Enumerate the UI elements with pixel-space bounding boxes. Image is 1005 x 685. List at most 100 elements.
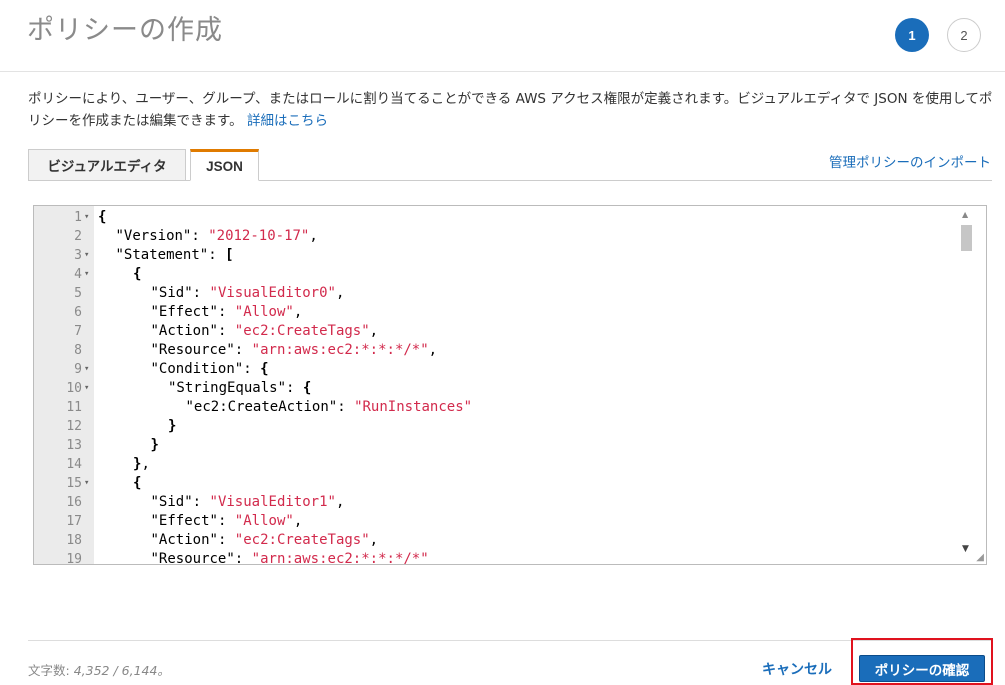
code-line: 7 "Action": "ec2:CreateTags", <box>34 322 954 341</box>
key-token: : <box>191 228 209 244</box>
scroll-down-icon[interactable]: ▼ <box>962 544 969 554</box>
line-number: 7 <box>74 324 82 339</box>
code-line: 5 "Sid": "VisualEditor0", <box>34 284 954 303</box>
footer-divider <box>28 640 992 641</box>
bracket-token: { <box>98 209 107 225</box>
code-line: 6 "Effect": "Allow", <box>34 303 954 322</box>
fold-toggle-icon[interactable]: ▾ <box>84 208 94 227</box>
code-line: 2 "Version": "2012-10-17", <box>34 227 954 246</box>
code-line: 15 ▾ { <box>34 474 954 493</box>
key-token: "Resource" <box>150 342 235 358</box>
key-token: : <box>337 399 355 415</box>
import-managed-policy-link[interactable]: 管理ポリシーのインポート <box>829 151 991 171</box>
code-text: "Resource": "arn:aws:ec2:*:*:*/*" <box>151 550 429 565</box>
string-token: "arn:aws:ec2:*:*:*/*" <box>251 342 429 358</box>
key-token: : <box>192 494 210 510</box>
code-text: "Action": "ec2:CreateTags", <box>151 322 379 341</box>
string-token: "VisualEditor0" <box>209 285 336 301</box>
string-token: "VisualEditor1" <box>209 494 336 510</box>
code-text: }, <box>133 455 150 474</box>
key-token: , <box>335 494 345 510</box>
code-text: } <box>168 417 176 436</box>
tab-visual-editor[interactable]: ビジュアルエディタ <box>28 149 186 181</box>
fold-toggle-icon[interactable]: ▾ <box>84 265 94 284</box>
description: ポリシーにより、ユーザー、グループ、またはロールに割り当てることができる AWS… <box>28 88 998 132</box>
key-token: : <box>208 247 226 263</box>
json-editor[interactable]: 1 ▾{2 "Version": "2012-10-17", 3 ▾ "Statement… <box>33 205 987 565</box>
key-token: : <box>234 342 252 358</box>
resize-handle-icon[interactable]: ◢ <box>976 552 984 563</box>
key-token: "Action" <box>150 323 218 339</box>
code-text: "Action": "ec2:CreateTags", <box>151 531 379 550</box>
fold-toggle-icon[interactable]: ▾ <box>84 246 94 265</box>
code-text: "StringEquals": { <box>168 379 311 398</box>
character-count-label: 文字数: <box>28 663 70 678</box>
code-line: 17 "Effect": "Allow", <box>34 512 954 531</box>
code-line: 3 ▾ "Statement": [ <box>34 246 954 265</box>
key-token: "Effect" <box>150 304 218 320</box>
code-text: { <box>133 265 141 284</box>
key-token: : <box>217 513 235 529</box>
fold-toggle-icon[interactable]: ▾ <box>84 474 94 493</box>
fold-toggle-icon[interactable]: ▾ <box>84 379 94 398</box>
fold-toggle-icon[interactable]: ▾ <box>84 360 94 379</box>
scroll-up-icon[interactable]: ▲ <box>962 210 968 219</box>
key-token: , <box>293 513 303 529</box>
code-line: 1 ▾{ <box>34 208 954 227</box>
step-2-indicator[interactable]: 2 <box>947 18 981 52</box>
line-number: 5 <box>74 286 82 301</box>
character-count-value: 4,352 / 6,144。 <box>73 663 170 678</box>
key-token: : <box>217 304 235 320</box>
bracket-token: { <box>302 380 312 396</box>
code-line: 4 ▾ { <box>34 265 954 284</box>
line-number: 10 <box>66 381 82 396</box>
key-token: "Effect" <box>150 513 218 529</box>
step-1-indicator[interactable]: 1 <box>895 18 929 52</box>
key-token: "StringEquals" <box>168 380 287 396</box>
code-text: "Statement": [ <box>116 246 234 265</box>
key-token: , <box>428 342 438 358</box>
code-line: 13} <box>34 436 954 455</box>
string-token: "2012-10-17" <box>208 228 310 244</box>
line-number: 2 <box>74 229 82 244</box>
cancel-button[interactable]: キャンセル <box>762 659 832 679</box>
line-number: 16 <box>66 495 82 510</box>
description-text: ポリシーにより、ユーザー、グループ、またはロールに割り当てることができる AWS… <box>28 91 993 129</box>
code-line: 12} <box>34 417 954 436</box>
key-token: : <box>286 380 303 396</box>
tab-json[interactable]: JSON <box>190 149 259 181</box>
editor-scrollbar[interactable]: ▲ ▼ <box>959 206 975 564</box>
key-token: "Version" <box>115 228 192 244</box>
key-token: "Sid" <box>150 494 193 510</box>
string-token: "Allow" <box>234 304 294 320</box>
header-divider <box>0 71 1005 72</box>
code-text: "Condition": { <box>151 360 269 379</box>
code-text: "Sid": "VisualEditor1", <box>151 493 345 512</box>
bracket-token: } <box>168 418 177 434</box>
code-text: "Resource": "arn:aws:ec2:*:*:*/*", <box>151 341 438 360</box>
bracket-token: [ <box>225 247 234 263</box>
key-token: "Sid" <box>150 285 193 301</box>
code-line: 19 "Resource": "arn:aws:ec2:*:*:*/*" <box>34 550 954 565</box>
line-number: 14 <box>66 457 82 472</box>
string-token: "arn:aws:ec2:*:*:*/*" <box>251 551 429 565</box>
key-token: : <box>234 551 252 565</box>
code-line: 9 ▾ "Condition": { <box>34 360 954 379</box>
key-token: , <box>369 532 379 548</box>
code-text: "Effect": "Allow", <box>151 512 303 531</box>
line-number: 11 <box>66 400 82 415</box>
learn-more-link[interactable]: 詳細はこちら <box>247 113 328 129</box>
bracket-token: } <box>150 437 159 453</box>
review-policy-button[interactable]: ポリシーの確認 <box>859 655 985 682</box>
string-token: "ec2:CreateTags" <box>234 532 370 548</box>
line-number: 8 <box>74 343 82 358</box>
string-token: "ec2:CreateTags" <box>234 323 370 339</box>
string-token: "RunInstances" <box>354 399 473 415</box>
code-text: } <box>151 436 159 455</box>
line-number: 9 <box>74 362 82 377</box>
line-number: 4 <box>74 267 82 282</box>
scroll-thumb[interactable] <box>961 225 972 251</box>
line-number: 17 <box>66 514 82 529</box>
code-line: 14}, <box>34 455 954 474</box>
code-text: "Effect": "Allow", <box>151 303 303 322</box>
